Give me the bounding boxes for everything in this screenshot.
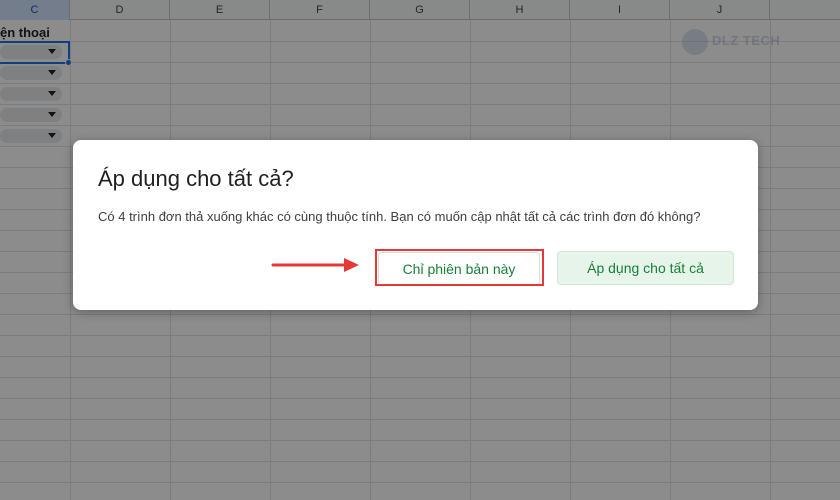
annotation-highlight-box [375, 249, 544, 286]
dialog-title: Áp dụng cho tất cả? [98, 166, 294, 191]
dialog-message: Có 4 trình đơn thả xuống khác có cùng th… [98, 209, 701, 224]
annotation-arrow-icon [271, 258, 359, 272]
apply-to-all-button[interactable]: Áp dụng cho tất cả [557, 251, 734, 285]
apply-to-all-dialog: Áp dụng cho tất cả? Có 4 trình đơn thả x… [73, 140, 758, 310]
